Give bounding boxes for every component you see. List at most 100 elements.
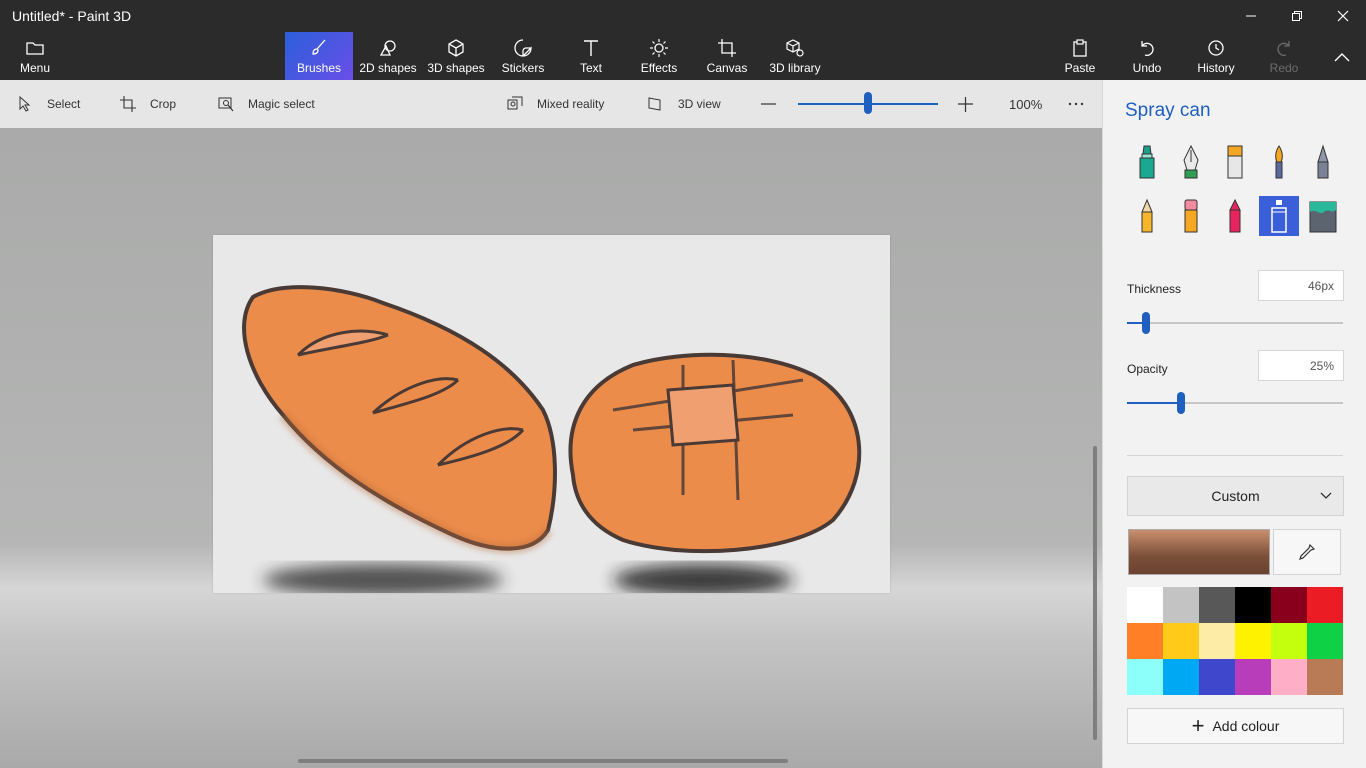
palette-swatch[interactable]	[1271, 623, 1307, 659]
thickness-slider-thumb[interactable]	[1142, 312, 1150, 334]
palette-swatch[interactable]	[1127, 587, 1163, 623]
palette-swatch[interactable]	[1235, 623, 1271, 659]
canvas-icon	[718, 39, 736, 57]
baguette	[242, 285, 557, 554]
palette-swatch[interactable]	[1127, 659, 1163, 695]
current-colour-swatch[interactable]	[1128, 529, 1270, 575]
opacity-slider-thumb[interactable]	[1177, 392, 1185, 414]
tab-label: Text	[579, 61, 602, 75]
menu-button[interactable]: Menu	[10, 32, 60, 80]
tab-3d-shapes[interactable]: 3D shapes	[423, 32, 489, 80]
palette-swatch[interactable]	[1199, 587, 1235, 623]
minimize-button[interactable]	[1228, 0, 1274, 32]
sticker-icon	[514, 39, 532, 57]
tab-effects[interactable]: Effects	[634, 32, 684, 80]
window-title: Untitled* - Paint 3D	[12, 8, 132, 24]
restore-button[interactable]	[1274, 0, 1320, 32]
palette-swatch[interactable]	[1199, 623, 1235, 659]
magic-select-icon	[218, 97, 234, 112]
plus-icon	[958, 97, 973, 112]
chevron-up-icon	[1334, 53, 1350, 62]
more-options-button[interactable]	[1068, 80, 1098, 128]
palette-swatch[interactable]	[1307, 659, 1343, 695]
zoom-slider-thumb[interactable]	[864, 92, 872, 114]
more-icon	[1068, 102, 1084, 106]
palette-swatch[interactable]	[1199, 659, 1235, 695]
history-icon	[1208, 40, 1224, 56]
select-label: Select	[47, 97, 81, 111]
tab-canvas[interactable]: Canvas	[702, 32, 752, 80]
mixed-reality-button[interactable]: Mixed reality	[507, 80, 604, 128]
ribbon: Menu Brushes 2D shapes 3D shapes Sticker…	[0, 32, 1366, 80]
add-colour-label: Add colour	[1212, 718, 1280, 734]
zoom-out-button[interactable]	[760, 80, 790, 128]
colour-mode-dropdown[interactable]: Custom	[1127, 476, 1344, 516]
3d-view-label: 3D view	[678, 97, 721, 111]
calligraphy-pen-tool[interactable]	[1171, 142, 1211, 182]
drawing-canvas[interactable]	[213, 235, 890, 593]
plus-icon: +	[1191, 713, 1205, 738]
opacity-input[interactable]: 25%	[1258, 350, 1344, 381]
add-colour-button[interactable]: + Add colour	[1127, 708, 1344, 744]
pencil-icon	[1141, 198, 1153, 233]
undo-button[interactable]: Undo	[1127, 32, 1167, 80]
eyedropper-button[interactable]	[1273, 529, 1341, 575]
marker-tool[interactable]	[1127, 142, 1167, 182]
tab-brushes[interactable]: Brushes	[285, 32, 353, 80]
close-button[interactable]	[1320, 0, 1366, 32]
tab-text[interactable]: Text	[567, 32, 615, 80]
eraser-tool[interactable]	[1171, 196, 1211, 236]
tab-stickers[interactable]: Stickers	[495, 32, 551, 80]
palette-swatch[interactable]	[1307, 623, 1343, 659]
spray-can-tool[interactable]	[1259, 196, 1299, 236]
zoom-in-button[interactable]	[957, 80, 987, 128]
3d-view-button[interactable]: 3D view	[648, 80, 721, 128]
palette-swatch[interactable]	[1307, 587, 1343, 623]
colour-palette	[1127, 587, 1343, 695]
watercolor-tool[interactable]	[1259, 142, 1299, 182]
undo-label: Undo	[1132, 61, 1162, 75]
thickness-input[interactable]: 46px	[1258, 270, 1344, 301]
chevron-down-icon	[1320, 492, 1332, 499]
clipboard-icon	[1073, 39, 1087, 57]
magic-select-button[interactable]: Magic select	[218, 80, 315, 128]
crayon-tool[interactable]	[1215, 196, 1255, 236]
mixed-reality-icon	[507, 96, 523, 110]
3d-library-icon	[786, 39, 804, 57]
vertical-scrollbar[interactable]	[1093, 446, 1097, 740]
opacity-label: Opacity	[1127, 362, 1168, 376]
minimize-icon	[1246, 15, 1256, 17]
palette-swatch[interactable]	[1163, 623, 1199, 659]
horizontal-scrollbar[interactable]	[298, 759, 788, 763]
palette-swatch[interactable]	[1271, 587, 1307, 623]
pencil-tool[interactable]	[1127, 196, 1167, 236]
crop-button[interactable]: Crop	[120, 80, 176, 128]
tab-label: 3D library	[769, 61, 821, 75]
tab-3d-library[interactable]: 3D library	[766, 32, 824, 80]
collapse-ribbon-button[interactable]	[1326, 32, 1358, 80]
redo-button[interactable]: Redo	[1264, 32, 1304, 80]
tab-2d-shapes[interactable]: 2D shapes	[355, 32, 421, 80]
crayon-icon	[1229, 198, 1241, 233]
undo-icon	[1141, 41, 1154, 56]
history-button[interactable]: History	[1194, 32, 1238, 80]
palette-swatch[interactable]	[1235, 659, 1271, 695]
palette-swatch[interactable]	[1163, 659, 1199, 695]
panel-divider	[1127, 455, 1343, 456]
palette-swatch[interactable]	[1271, 659, 1307, 695]
palette-swatch[interactable]	[1127, 623, 1163, 659]
redo-icon	[1277, 41, 1290, 56]
bread-drawing	[242, 285, 862, 593]
restore-icon	[1292, 11, 1302, 21]
paste-button[interactable]: Paste	[1060, 32, 1100, 80]
crop-icon	[120, 96, 136, 112]
crop-label: Crop	[150, 97, 177, 111]
pixel-pen-tool[interactable]	[1303, 142, 1343, 182]
thickness-slider-track[interactable]	[1127, 322, 1343, 324]
workspace[interactable]	[0, 128, 1102, 768]
oil-brush-tool[interactable]	[1215, 142, 1255, 182]
palette-swatch[interactable]	[1235, 587, 1271, 623]
palette-swatch[interactable]	[1163, 587, 1199, 623]
select-button[interactable]: Select	[17, 80, 80, 128]
fill-tool[interactable]	[1303, 196, 1343, 236]
